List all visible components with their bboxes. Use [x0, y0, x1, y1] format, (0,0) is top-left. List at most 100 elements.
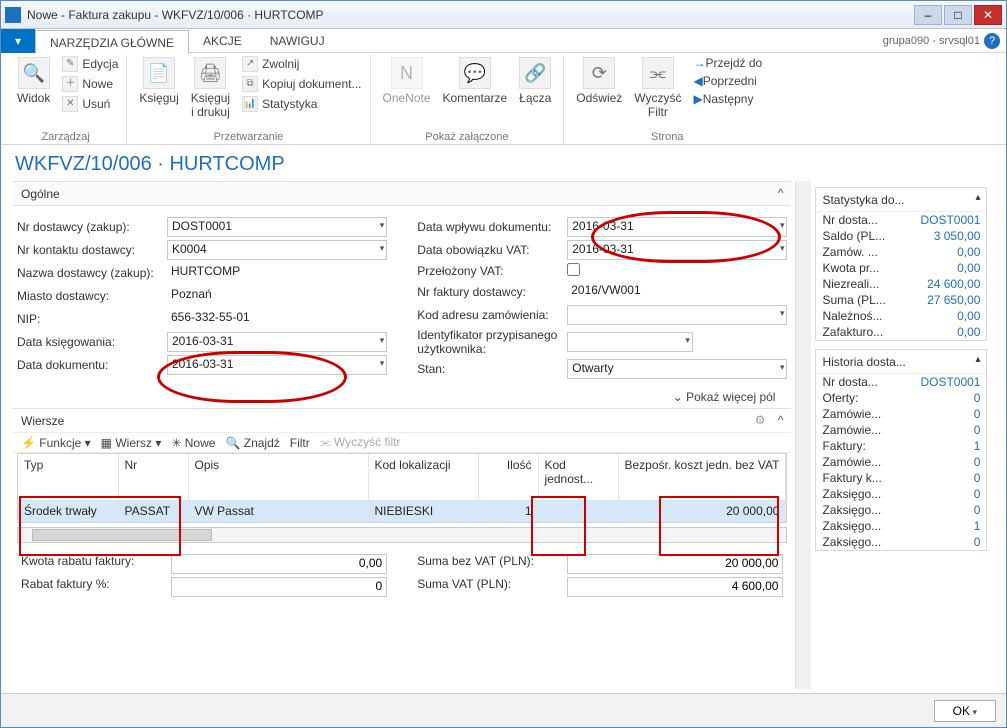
kopiuj-dokument-button[interactable]: ⧉Kopiuj dokument...: [240, 75, 363, 93]
identyfikator-field[interactable]: ▾: [567, 332, 693, 352]
funkcje-menu[interactable]: ⚡ Funkcje ▾: [21, 436, 91, 450]
section-ogolne-header[interactable]: Ogólne^: [13, 181, 791, 206]
miasto-field: Poznań: [167, 286, 387, 306]
kod-adresu-field[interactable]: ▾: [567, 305, 787, 325]
factbox-row[interactable]: Nr dosta...DOST0001: [816, 212, 986, 228]
kwota-rabatu-field[interactable]: 0,00: [171, 554, 387, 574]
lines-toolbar: ⚡ Funkcje ▾ ▦ Wiersz ▾ ✳ Nowe 🔍 Znajdź F…: [13, 432, 791, 453]
table-row[interactable]: Środek trwały PASSAT VW Passat NIEBIESKI…: [18, 500, 786, 522]
maximize-button[interactable]: □: [944, 5, 972, 25]
onenote-button[interactable]: NOneNote: [377, 55, 437, 107]
factbox-row[interactable]: Kwota pr...0,00: [816, 260, 986, 276]
form-general: Nr dostawcy (zakup):DOST0001▾ Nr kontakt…: [13, 206, 791, 386]
nazwa-dostawcy-field: HURTCOMP: [167, 263, 387, 283]
factbox-row[interactable]: Oferty:0: [816, 390, 986, 406]
nastepny-button[interactable]: ▶ Następny: [692, 91, 765, 107]
menu-bar: ▾ NARZĘDZIA GŁÓWNE AKCJE NAWIGUJ grupa09…: [1, 29, 1006, 53]
stan-field[interactable]: Otwarty▾: [567, 359, 787, 379]
release-icon: ↗: [242, 56, 258, 72]
totals-pane: Kwota rabatu faktury:0,00 Rabat faktury …: [13, 547, 791, 604]
factbox-statystyka: Statystyka do...▴ Nr dosta...DOST0001Sal…: [815, 187, 987, 341]
nr-kontaktu-field[interactable]: K0004▾: [167, 240, 387, 260]
przejdz-do-button[interactable]: → Przejdź do: [692, 55, 765, 71]
znajdz-button[interactable]: 🔍 Znajdź: [225, 436, 279, 450]
comments-icon: 💬: [459, 57, 491, 89]
link-icon: 🔗: [519, 57, 551, 89]
data-dokumentu-field[interactable]: 2016-03-31▾: [167, 355, 387, 375]
factbox-row[interactable]: Suma (PL...27 650,00: [816, 292, 986, 308]
refresh-icon: ⟳: [583, 57, 615, 89]
caret-up-icon: ^: [778, 413, 784, 427]
data-wplywu-field[interactable]: 2016-03-31▾: [567, 217, 787, 237]
nowe-button[interactable]: ＋Nowe: [60, 75, 120, 93]
close-button[interactable]: ✕: [974, 5, 1002, 25]
caret-icon[interactable]: ▴: [975, 192, 980, 203]
horizontal-scrollbar[interactable]: [17, 527, 787, 543]
factbox-row[interactable]: Niezreali...24 600,00: [816, 276, 986, 292]
factbox-row[interactable]: Zamówie...0: [816, 422, 986, 438]
factbox-row[interactable]: Zaksięgo...1: [816, 518, 986, 534]
factbox-row[interactable]: Zaksięgo...0: [816, 486, 986, 502]
content-vertical-scrollbar[interactable]: [795, 181, 811, 689]
factbox-row[interactable]: Zamówie...0: [816, 406, 986, 422]
tab-akcje[interactable]: AKCJE: [189, 29, 256, 53]
suma-bez-vat-field: 20 000,00: [567, 554, 783, 574]
factbox-row[interactable]: Saldo (PL...3 050,00: [816, 228, 986, 244]
factbox-row[interactable]: Zaksięgo...0: [816, 534, 986, 550]
ribbon: 🔍Widok ✎Edycja ＋Nowe ✕Usuń Zarządzaj 📄Ks…: [1, 53, 1006, 145]
file-dropdown[interactable]: ▾: [1, 29, 35, 53]
delete-icon: ✕: [62, 96, 78, 112]
komentarze-button[interactable]: 💬Komentarze: [437, 55, 514, 107]
data-ksiegowania-field[interactable]: 2016-03-31▾: [167, 332, 387, 352]
lines-nowe-button[interactable]: ✳ Nowe: [171, 436, 215, 450]
printer-icon: 🖨: [194, 57, 226, 89]
factbox-row[interactable]: Faktury:1: [816, 438, 986, 454]
pencil-icon: ✎: [62, 56, 78, 72]
tab-narzedzia-glowne[interactable]: NARZĘDZIA GŁÓWNE: [35, 30, 189, 54]
factbox-row[interactable]: Zaksięgo...0: [816, 502, 986, 518]
section-wiersze-header[interactable]: Wiersze ⚙ ^: [13, 408, 791, 432]
tab-nawiguj[interactable]: NAWIGUJ: [256, 29, 339, 53]
lines-grid[interactable]: Typ Nr Opis Kod lokalizacji Ilość Kod je…: [17, 453, 787, 523]
rabat-pct-field[interactable]: 0: [171, 577, 387, 597]
factbox-row[interactable]: Zamówie...0: [816, 454, 986, 470]
widok-button[interactable]: 🔍Widok: [11, 55, 56, 107]
show-more-fields[interactable]: Pokaż więcej pól: [13, 386, 791, 408]
minimize-button[interactable]: –: [914, 5, 942, 25]
wyczysc-filtr-button[interactable]: ⫘Wyczyść Filtr: [628, 55, 687, 121]
user-info: grupa090 - srvsql01: [883, 35, 980, 47]
factbox-historia: Historia dosta...▴ Nr dosta...DOST0001Of…: [815, 349, 987, 551]
new-icon: ＋: [62, 76, 78, 92]
factbox-row[interactable]: Należnoś...0,00: [816, 308, 986, 324]
side-panel: Statystyka do...▴ Nr dosta...DOST0001Sal…: [811, 181, 993, 689]
lacza-button[interactable]: 🔗Łącza: [513, 55, 557, 107]
caret-icon[interactable]: ▴: [975, 354, 980, 365]
magnifier-icon: 🔍: [18, 57, 50, 89]
ok-button[interactable]: OK: [934, 700, 996, 722]
wyczysc-filtr-lines-button[interactable]: ⫘ Wyczyść filtr: [320, 435, 401, 450]
poprzedni-button[interactable]: ◀ Poprzedni: [692, 73, 765, 89]
ksieguj-button[interactable]: 📄Księguj: [133, 55, 184, 107]
help-icon[interactable]: ?: [984, 33, 1000, 49]
przelozony-vat-checkbox[interactable]: [567, 263, 580, 276]
odswiez-button[interactable]: ⟳Odśwież: [570, 55, 628, 107]
wiersz-menu[interactable]: ▦ Wiersz ▾: [101, 436, 162, 450]
filtr-button[interactable]: Filtr: [290, 436, 310, 450]
edycja-button[interactable]: ✎Edycja: [60, 55, 120, 73]
status-bar: OK: [1, 693, 1006, 727]
factbox-row[interactable]: Zafakturo...0,00: [816, 324, 986, 340]
data-vat-field[interactable]: 2016-03-31▾: [567, 240, 787, 260]
caret-up-icon: ^: [778, 186, 784, 200]
factbox-row[interactable]: Zamów. ...0,00: [816, 244, 986, 260]
factbox-row[interactable]: Faktury k...0: [816, 470, 986, 486]
ksieguj-drukuj-button[interactable]: 🖨Księguj i drukuj: [185, 55, 236, 121]
nr-dostawcy-field[interactable]: DOST0001▾: [167, 217, 387, 237]
gear-icon[interactable]: ⚙: [755, 413, 766, 427]
usun-button[interactable]: ✕Usuń: [60, 95, 120, 113]
factbox-row[interactable]: Nr dosta...DOST0001: [816, 374, 986, 390]
post-icon: 📄: [143, 57, 175, 89]
nr-faktury-dostawcy-field[interactable]: 2016/VW001: [567, 282, 787, 302]
funnel-icon: ⫘: [642, 57, 674, 89]
zwolnij-button[interactable]: ↗Zwolnij: [240, 55, 363, 73]
statystyka-button[interactable]: 📊Statystyka: [240, 95, 363, 113]
